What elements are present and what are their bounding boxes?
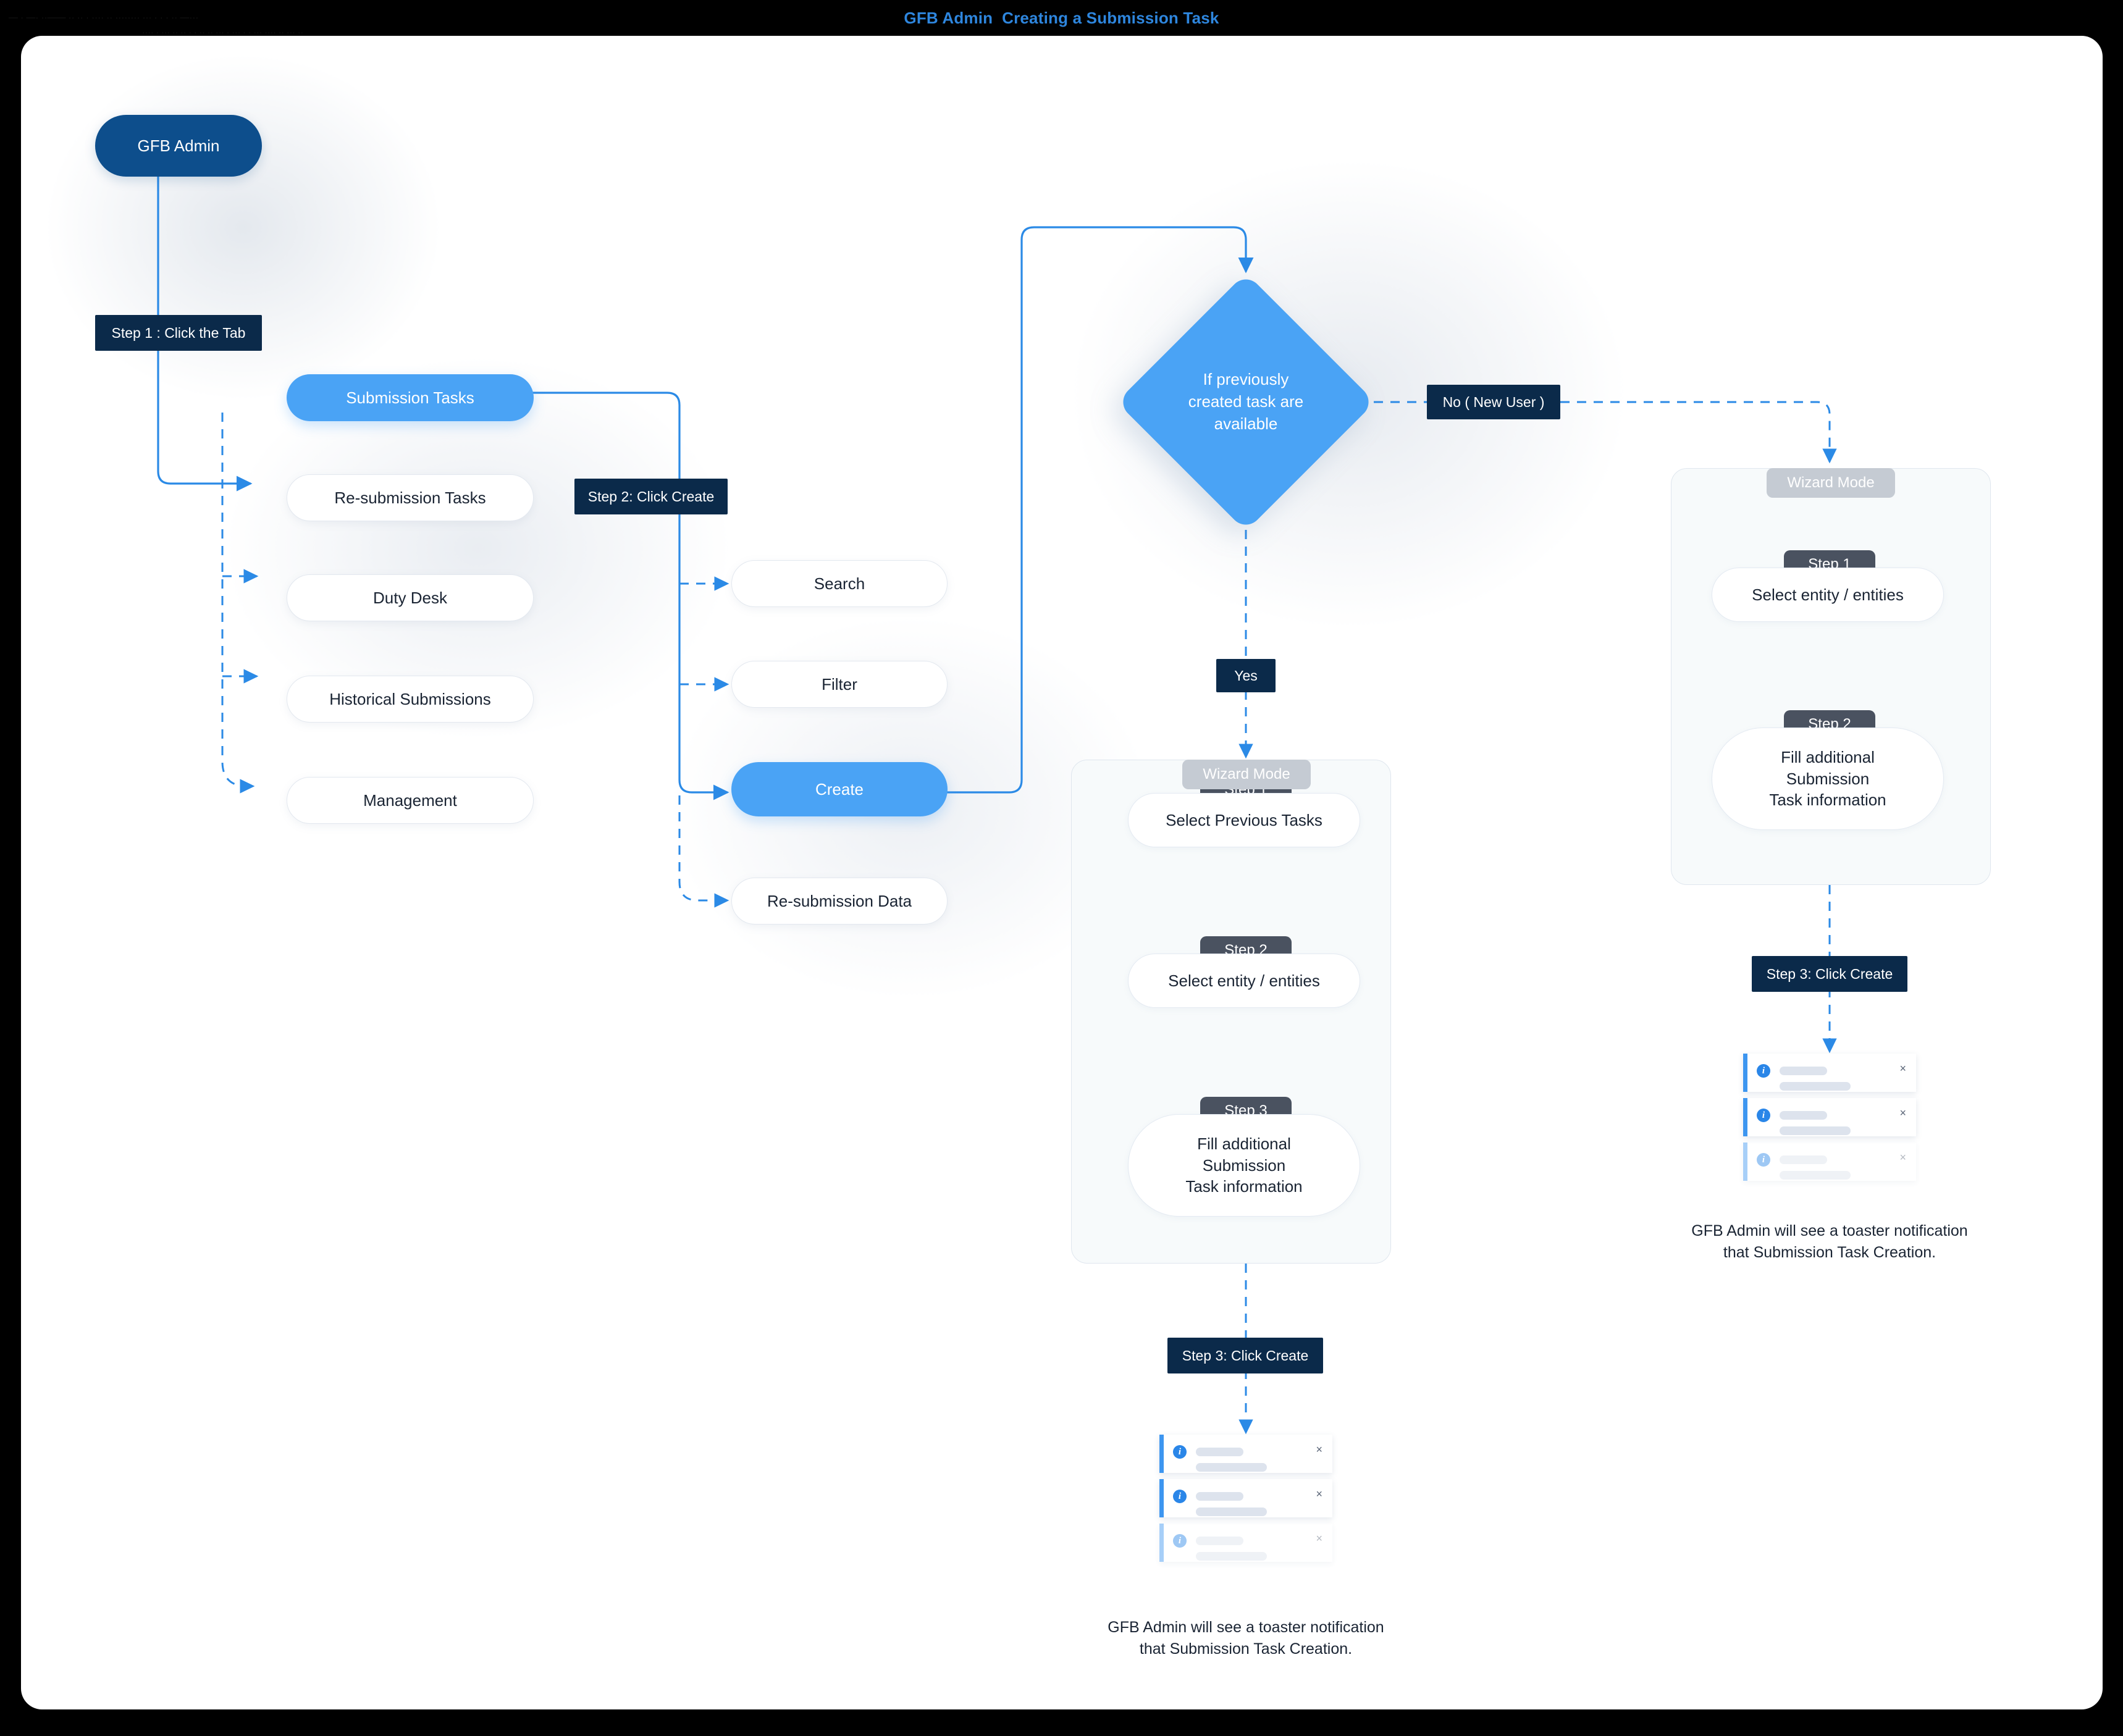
decision-yes-text: Yes [1234,667,1258,684]
step-2-click-create-label: Step 2: Click Create [574,479,728,514]
decision-yes-label: Yes [1216,659,1276,692]
toast-title-skeleton [1196,1448,1243,1456]
toast-body: i × [1164,1479,1332,1517]
toast-body: i × [1747,1143,1916,1181]
step-1-click-tab-text: Step 1 : Click the Tab [111,324,246,341]
toast-body: i × [1164,1524,1332,1562]
step-2-click-create-text: Step 2: Click Create [587,488,715,505]
tab-submission-tasks-label: Submission Tasks [346,388,474,407]
toast-accent-bar [1743,1098,1747,1136]
action-search-label: Search [813,574,865,593]
step-3-click-create-right-label: Step 3: Click Create [1752,956,1907,992]
chrome-faint-text-top: — · —· ··—— ·· ·· · ···· ·· ········ ···… [9,12,199,23]
wizard-panel-no-badge-label: Wizard Mode [1787,474,1875,491]
toast-accent-bar [1743,1143,1747,1181]
info-icon: i [1757,1153,1770,1167]
toast-accent-bar [1743,1054,1747,1092]
toast-notification[interactable]: i × [1743,1098,1916,1136]
toaster-stack-center: i × i × i × [1159,1435,1332,1562]
decision-label: If previously created task are available [1188,370,1304,433]
actor-label: GFB Admin [137,136,220,155]
toast-body: i × [1747,1098,1916,1136]
info-icon: i [1757,1109,1770,1122]
toast-body: i × [1164,1435,1332,1473]
toast-notification[interactable]: i × [1743,1054,1916,1092]
step-3-click-create-center-text: Step 3: Click Create [1182,1347,1309,1364]
window-title: GFB Admin Creating a Submission Task [904,8,1219,27]
toast-body: i × [1747,1054,1916,1092]
close-icon[interactable]: × [1899,1152,1906,1163]
wizard-no-step-2-box[interactable]: Fill additional Submission Task informat… [1712,728,1944,830]
action-create[interactable]: Create [731,762,948,816]
step-3-click-create-center-label: Step 3: Click Create [1167,1338,1323,1373]
toast-title-skeleton [1196,1492,1243,1501]
toast-notification[interactable]: i × [1159,1524,1332,1562]
diagram-canvas: GFB Admin Step 1 : Click the Tab Submiss… [21,36,2103,1709]
close-icon[interactable]: × [1899,1063,1906,1074]
step-1-click-tab-label: Step 1 : Click the Tab [95,315,262,351]
toast-message-skeleton [1196,1552,1267,1561]
close-icon[interactable]: × [1316,1444,1322,1455]
action-re-submission-data[interactable]: Re-submission Data [731,878,948,925]
wizard-no-step-2-label: Fill additional Submission Task informat… [1769,747,1886,810]
wizard-no-step-1-box[interactable]: Select entity / entities [1712,568,1944,622]
toast-title-skeleton [1196,1537,1243,1545]
wizard-yes-step-3-label: Fill additional Submission Task informat… [1185,1134,1303,1196]
toast-message-skeleton [1196,1507,1267,1516]
info-icon: i [1173,1445,1187,1459]
toast-title-skeleton [1780,1111,1827,1120]
wizard-yes-step-1-label: Select Previous Tasks [1166,810,1322,829]
wizard-panel-yes-badge-label: Wizard Mode [1203,766,1290,782]
tab-historical-submissions-label: Historical Submissions [329,689,491,708]
wizard-panel-yes-badge: Wizard Mode [1182,760,1311,789]
toast-title-skeleton [1780,1067,1827,1075]
toast-notification[interactable]: i × [1159,1479,1332,1517]
step-3-click-create-right-text: Step 3: Click Create [1766,965,1893,982]
action-search[interactable]: Search [731,560,948,607]
actor-gfb-admin[interactable]: GFB Admin [95,115,262,177]
toast-message-skeleton [1780,1171,1851,1180]
toast-message-skeleton [1196,1463,1267,1472]
toast-title-skeleton [1780,1155,1827,1164]
toaster-center-caption: GFB Admin will see a toaster notificatio… [1108,1619,1384,1658]
toast-message-skeleton [1780,1126,1851,1135]
toast-message-skeleton [1780,1082,1851,1091]
tab-duty-desk-label: Duty Desk [373,588,447,607]
tab-duty-desk[interactable]: Duty Desk [287,574,534,621]
wizard-panel-no-badge: Wizard Mode [1767,468,1895,498]
close-icon[interactable]: × [1899,1107,1906,1118]
wizard-yes-step-2-label: Select entity / entities [1168,971,1320,990]
action-create-label: Create [815,779,864,799]
wizard-no-step-1-label: Select entity / entities [1752,585,1904,604]
info-icon: i [1173,1534,1187,1548]
wizard-yes-step-3-box[interactable]: Fill additional Submission Task informat… [1128,1114,1360,1217]
decision-no-text: No ( New User ) [1442,393,1545,410]
decision-node[interactable]: If previously created task are available [1116,272,1376,532]
toaster-right-caption: GFB Admin will see a toaster notificatio… [1691,1222,1968,1261]
action-re-submission-data-label: Re-submission Data [767,891,912,910]
wizard-yes-step-1-box[interactable]: Select Previous Tasks [1128,793,1360,847]
action-filter[interactable]: Filter [731,661,948,708]
close-icon[interactable]: × [1316,1533,1322,1544]
tab-management[interactable]: Management [287,777,534,824]
toast-accent-bar [1159,1435,1164,1473]
chrome-faint-text-second: ···· · ··· ·· ·· · · ·· ·· ··· · ··· · ·… [142,27,304,37]
tab-re-submission-tasks-label: Re-submission Tasks [334,488,486,507]
toast-notification[interactable]: i × [1159,1435,1332,1473]
toaster-stack-right: i × i × i × [1743,1054,1916,1181]
tab-re-submission-tasks[interactable]: Re-submission Tasks [287,474,534,521]
info-icon: i [1757,1064,1770,1078]
action-filter-label: Filter [822,674,857,694]
wizard-yes-step-2-box[interactable]: Select entity / entities [1128,954,1360,1008]
tab-historical-submissions[interactable]: Historical Submissions [287,676,534,723]
tab-submission-tasks[interactable]: Submission Tasks [287,374,534,421]
info-icon: i [1173,1490,1187,1503]
close-icon[interactable]: × [1316,1488,1322,1499]
toast-notification[interactable]: i × [1743,1143,1916,1181]
decision-no-label: No ( New User ) [1427,385,1560,419]
tab-management-label: Management [363,790,457,810]
toast-accent-bar [1159,1479,1164,1517]
toast-accent-bar [1159,1524,1164,1562]
